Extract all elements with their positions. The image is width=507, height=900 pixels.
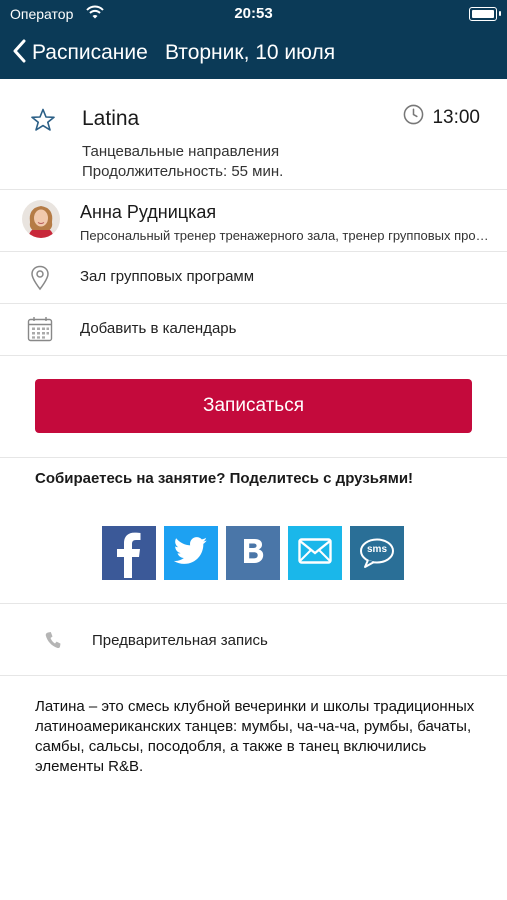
phone-icon <box>45 631 61 654</box>
class-time: 13:00 <box>403 104 480 131</box>
facebook-share-button[interactable] <box>102 526 156 580</box>
share-buttons: sms <box>102 526 404 580</box>
class-duration: Продолжительность: 55 мин. <box>82 163 284 180</box>
location-label: Зал групповых программ <box>80 268 255 285</box>
class-time-value: 13:00 <box>432 106 480 128</box>
twitter-icon <box>173 536 208 570</box>
location-row[interactable]: Зал групповых программ <box>0 252 507 304</box>
class-header: Latina 13:00 Танцевальные направления Пр… <box>0 79 507 190</box>
battery-icon <box>469 7 501 21</box>
star-icon[interactable] <box>30 107 56 133</box>
signup-button[interactable]: Записаться <box>35 379 472 433</box>
status-time: 20:53 <box>234 5 273 22</box>
share-title: Собираетесь на занятие? Поделитесь с дру… <box>35 470 414 487</box>
email-icon <box>298 537 332 569</box>
back-label: Расписание <box>32 41 148 64</box>
sms-icon-text: sms <box>366 544 387 555</box>
status-bar: Оператор 20:53 <box>0 0 507 28</box>
share-section: Собираетесь на занятие? Поделитесь с дру… <box>0 458 507 604</box>
class-description: Латина – это смесь клубной вечеринки и ш… <box>35 698 475 775</box>
location-pin-icon <box>30 265 50 296</box>
preregistration-row[interactable]: Предварительная запись <box>0 604 507 676</box>
class-category: Танцевальные направления <box>82 143 280 160</box>
trainer-role: Персональный тренер тренажерного зала, т… <box>80 228 492 243</box>
twitter-share-button[interactable] <box>164 526 218 580</box>
chevron-left-icon <box>12 39 26 68</box>
trainer-row[interactable]: Анна Рудницкая Персональный тренер трена… <box>0 190 507 252</box>
facebook-icon <box>102 524 156 583</box>
vk-icon <box>238 536 268 571</box>
class-title: Latina <box>82 107 140 130</box>
back-button[interactable]: Расписание <box>12 38 148 68</box>
nav-bar: Расписание Вторник, 10 июля <box>0 30 507 75</box>
email-share-button[interactable] <box>288 526 342 580</box>
trainer-name: Анна Рудницкая <box>80 202 217 222</box>
clock-icon <box>403 104 424 131</box>
top-bar: Оператор 20:53 Расписание Вторник, 10 ию… <box>0 0 507 79</box>
vk-share-button[interactable] <box>226 526 280 580</box>
calendar-row[interactable]: Добавить в календарь <box>0 304 507 356</box>
preregistration-label: Предварительная запись <box>92 632 268 649</box>
page-title: Вторник, 10 июля <box>165 41 336 64</box>
signup-section: Записаться <box>0 356 507 458</box>
sms-share-button[interactable]: sms <box>350 526 404 580</box>
calendar-label: Добавить в календарь <box>80 320 237 337</box>
calendar-icon <box>27 316 53 347</box>
avatar <box>22 200 60 238</box>
sms-icon: sms <box>359 537 395 569</box>
